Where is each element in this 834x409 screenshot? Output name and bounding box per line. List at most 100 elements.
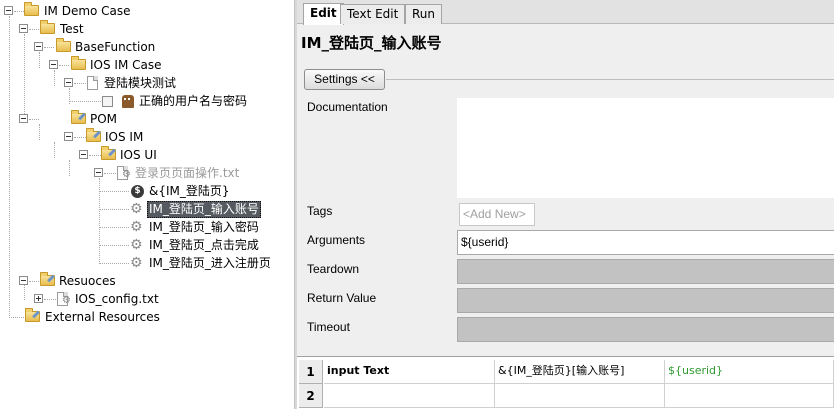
tree-node-ios-ui[interactable]: IOS UI bbox=[0, 146, 294, 164]
tree-connector bbox=[99, 191, 129, 192]
tree-node-label: IM Demo Case bbox=[44, 4, 131, 18]
tree-node-label: 登陆模块测试 bbox=[104, 76, 177, 90]
tree-connector bbox=[14, 11, 24, 12]
tree-connector bbox=[59, 65, 69, 66]
tree-node-label: 登录页页面操作.txt bbox=[135, 166, 240, 180]
tree-node-variable[interactable]: $ &{IM_登陆页} bbox=[0, 182, 294, 200]
tree-node-keyword[interactable]: ⚙ IM_登陆页_进入注册页 bbox=[0, 254, 294, 272]
tree-connector bbox=[29, 281, 39, 282]
collapse-toggle-icon[interactable] bbox=[49, 60, 58, 69]
file-icon bbox=[87, 76, 98, 90]
collapse-toggle-icon[interactable] bbox=[19, 114, 28, 123]
documentation-field[interactable] bbox=[457, 98, 834, 198]
arguments-label: Arguments bbox=[307, 233, 366, 247]
test-case-checkbox[interactable] bbox=[102, 96, 113, 107]
keyword-gear-icon: ⚙ bbox=[130, 219, 143, 235]
tree-node-pom[interactable]: POM bbox=[0, 110, 294, 128]
tree-node-basefunction[interactable]: BaseFunction bbox=[0, 38, 294, 56]
tree-node-label: IOS IM Case bbox=[90, 58, 162, 72]
tree-node-keyword[interactable]: ⚙ IM_登陆页_输入密码 bbox=[0, 218, 294, 236]
collapse-toggle-icon[interactable] bbox=[79, 150, 88, 159]
grid-cell[interactable] bbox=[665, 384, 834, 408]
row-number[interactable]: 1 bbox=[299, 360, 323, 384]
collapse-toggle-icon[interactable] bbox=[64, 132, 73, 141]
tab-run[interactable]: Run bbox=[405, 4, 443, 24]
tree-node-keyword-selected[interactable]: ⚙ IM_登陆页_输入账号 bbox=[0, 200, 294, 218]
tree-node-ios-im[interactable]: IOS IM bbox=[0, 128, 294, 146]
tree-node-login-suite[interactable]: 登陆模块测试 bbox=[0, 74, 294, 92]
expand-toggle-icon[interactable] bbox=[34, 294, 43, 303]
row-number[interactable]: 2 bbox=[299, 384, 323, 408]
keyword-gear-icon: ⚙ bbox=[130, 201, 143, 217]
tree-node-label: IOS IM bbox=[105, 130, 144, 144]
tree-node-ios-im-case[interactable]: IOS IM Case bbox=[0, 56, 294, 74]
tree-node-test-case[interactable]: 正确的用户名与密码 bbox=[0, 92, 294, 110]
tree-node-keyword[interactable]: ⚙ IM_登陆页_点击完成 bbox=[0, 236, 294, 254]
teardown-label: Teardown bbox=[307, 262, 360, 276]
tree-node-resource-file[interactable]: ⚙ 登录页页面操作.txt bbox=[0, 164, 294, 182]
grid-cell[interactable]: &{IM_登陆页}[输入账号] bbox=[495, 360, 665, 384]
tree-node-config-file[interactable]: ⚙ IOS_config.txt bbox=[0, 290, 294, 308]
tree-connector bbox=[74, 83, 86, 84]
tree-connector bbox=[9, 317, 24, 318]
tree-node-test[interactable]: Test bbox=[0, 20, 294, 38]
keyword-title: IM_登陆页_输入账号 bbox=[301, 34, 442, 52]
tree-node-external-resources[interactable]: External Resources bbox=[0, 308, 294, 326]
settings-toggle-button[interactable]: Settings << bbox=[304, 69, 385, 90]
tree-node-resuoces[interactable]: Resuoces bbox=[0, 272, 294, 290]
tree-connector bbox=[104, 173, 116, 174]
tree-node-label: Test bbox=[60, 22, 84, 36]
collapse-toggle-icon[interactable] bbox=[4, 6, 13, 15]
collapse-toggle-icon[interactable] bbox=[34, 42, 43, 51]
grid-cell[interactable] bbox=[495, 384, 665, 408]
tree-node-label: BaseFunction bbox=[75, 40, 156, 54]
folder-icon bbox=[40, 20, 55, 34]
tab-edit[interactable]: Edit bbox=[303, 3, 344, 25]
add-tag-field[interactable]: <Add New> bbox=[459, 203, 535, 226]
variable-icon: $ bbox=[131, 185, 144, 198]
folder-icon bbox=[24, 2, 39, 16]
tree-connector bbox=[99, 263, 129, 264]
timeout-field[interactable] bbox=[457, 317, 834, 342]
tree-connector bbox=[44, 299, 56, 300]
grid-cell[interactable]: input Text bbox=[324, 360, 495, 384]
tree-node-label: IM_登陆页_进入注册页 bbox=[149, 256, 271, 270]
collapse-toggle-icon[interactable] bbox=[19, 24, 28, 33]
gear-icon: ⚙ bbox=[122, 169, 131, 180]
tree-node-label: &{IM_登陆页} bbox=[149, 184, 230, 198]
tree-node-label: Resuoces bbox=[59, 274, 116, 288]
keyword-gear-icon: ⚙ bbox=[130, 237, 143, 253]
tags-label: Tags bbox=[307, 204, 333, 218]
teardown-field[interactable] bbox=[457, 259, 834, 284]
tree-connector bbox=[99, 209, 129, 210]
tree-node-label: IM_登陆页_输入密码 bbox=[149, 220, 259, 234]
return-value-field[interactable] bbox=[457, 288, 834, 313]
tree-node-label: IM_登陆页_点击完成 bbox=[149, 238, 259, 252]
keyword-gear-icon: ⚙ bbox=[130, 255, 143, 271]
gear-icon: ⚙ bbox=[62, 295, 71, 306]
keyword-steps-grid: 1 input Text &{IM_登陆页}[输入账号] ${userid} 2 bbox=[297, 356, 834, 409]
tab-text-edit[interactable]: Text Edit bbox=[340, 4, 406, 24]
grid-cell[interactable] bbox=[324, 384, 495, 408]
collapse-toggle-icon[interactable] bbox=[19, 276, 28, 285]
tree-node-label: IOS UI bbox=[120, 148, 157, 162]
tree-node-label: External Resources bbox=[45, 310, 160, 324]
tree-connector bbox=[74, 137, 86, 138]
arguments-field[interactable]: ${userid} bbox=[457, 230, 834, 255]
tree-node-im-demo-case[interactable]: IM Demo Case bbox=[0, 2, 294, 20]
tree-node-label: IM_登陆页_输入账号 bbox=[147, 201, 261, 218]
tree-connector bbox=[29, 119, 39, 120]
collapse-toggle-icon[interactable] bbox=[94, 168, 103, 177]
documentation-label: Documentation bbox=[307, 100, 388, 114]
timeout-label: Timeout bbox=[307, 320, 350, 334]
tree-node-label: IOS_config.txt bbox=[75, 292, 159, 306]
tree-connector bbox=[69, 101, 101, 102]
collapse-toggle-icon[interactable] bbox=[64, 78, 73, 87]
grid-cell[interactable]: ${userid} bbox=[665, 360, 834, 384]
tree-connector bbox=[29, 29, 39, 30]
editor-tab-bar: Edit Text Edit Run bbox=[297, 0, 834, 25]
folder-icon bbox=[71, 56, 86, 70]
resource-tree[interactable]: IM Demo Case Test BaseFunction IOS IM Ca… bbox=[0, 0, 294, 409]
return-value-label: Return Value bbox=[307, 291, 377, 305]
tree-node-label: 正确的用户名与密码 bbox=[139, 94, 248, 108]
